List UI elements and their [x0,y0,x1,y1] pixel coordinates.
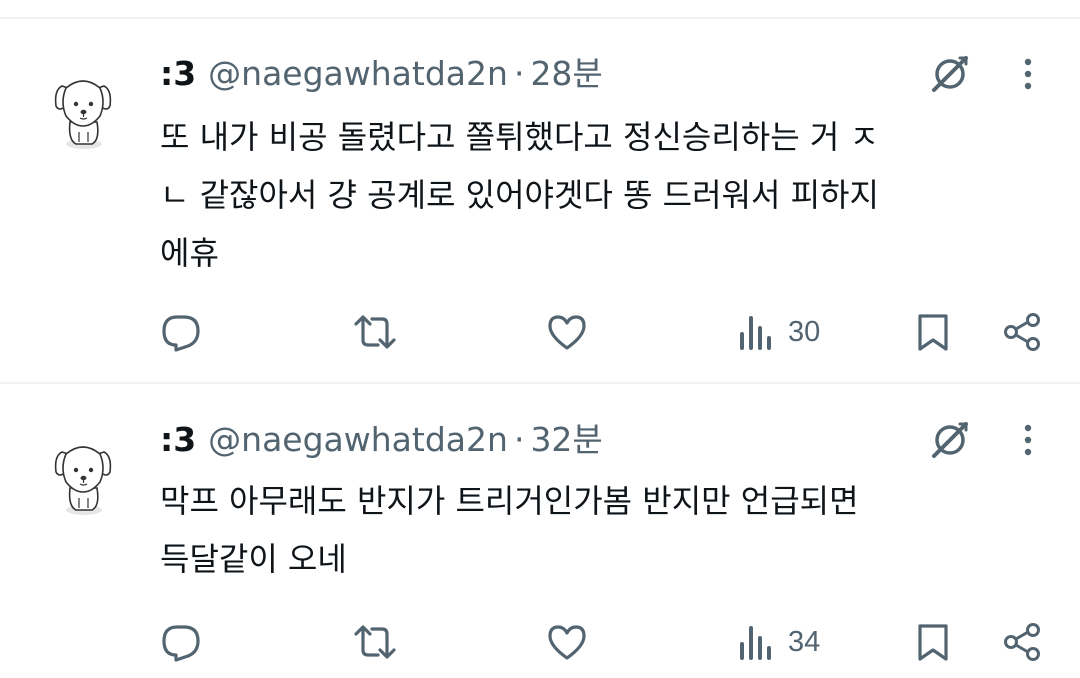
views-button[interactable]: 34 [738,620,820,664]
tweet-header: :3 @naegawhatda2n · 32분 [160,418,603,462]
views-icon [740,316,771,350]
bookmark-icon [918,624,948,661]
share-icon [1004,313,1040,351]
reply-icon [162,315,200,352]
grok-button[interactable] [928,52,972,96]
tweet-header: :3 @naegawhatda2n · 28분 [160,52,603,96]
like-icon [548,315,586,350]
retweet-button[interactable] [352,620,398,664]
dog-avatar-icon [54,446,112,515]
like-button[interactable] [546,310,588,354]
user-handle[interactable]: @naegawhatda2n [208,418,508,462]
like-button[interactable] [546,620,588,664]
tweet-text: 또 내가 비공 돌렸다고 쫄튀했다고 정신승리하는 거 ㅈ ㄴ 같잖아서 걍 공… [160,118,879,272]
more-icon [1024,424,1032,456]
dog-avatar-icon [54,80,112,149]
tweet-actions: 30 [0,310,1080,354]
grok-icon [932,422,968,458]
share-button[interactable] [1002,620,1042,664]
divider [0,382,1080,384]
timestamp[interactable]: 32분 [530,418,602,462]
reply-button[interactable] [160,310,202,354]
bookmark-icon [918,314,948,351]
grok-button[interactable] [928,418,972,462]
avatar[interactable] [50,438,116,518]
display-name[interactable]: :3 [160,418,196,462]
views-icon [740,626,771,660]
timeline-feed: :3 @naegawhatda2n · 28분 또 내가 비공 돌렸다고 쫄튀했… [0,0,1080,678]
more-options-button[interactable] [1010,52,1046,96]
views-count: 34 [788,625,821,658]
tweet-actions: 34 [0,620,1080,664]
share-icon [1004,623,1040,661]
separator-dot: · [513,54,525,93]
avatar[interactable] [50,72,116,152]
reply-icon [162,625,200,662]
retweet-icon [354,315,396,349]
bookmark-button[interactable] [914,620,952,664]
separator-dot: · [513,420,525,459]
like-icon [548,625,586,660]
more-icon [1024,58,1032,90]
divider [0,17,1080,19]
tweet[interactable]: :3 @naegawhatda2n · 32분 막프 아무래도 반지가 트리거인… [0,418,1080,678]
views-button[interactable]: 30 [738,310,820,354]
retweet-icon [354,625,396,659]
tweet[interactable]: :3 @naegawhatda2n · 28분 또 내가 비공 돌렸다고 쫄튀했… [0,52,1080,382]
views-count: 30 [788,315,821,348]
reply-button[interactable] [160,620,202,664]
bookmark-button[interactable] [914,310,952,354]
tweet-text: 막프 아무래도 반지가 트리거인가봄 반지만 언급되면 득달같이 오네 [160,482,859,578]
display-name[interactable]: :3 [160,52,196,96]
user-handle[interactable]: @naegawhatda2n [208,52,508,96]
more-options-button[interactable] [1010,418,1046,462]
share-button[interactable] [1002,310,1042,354]
grok-icon [932,56,968,92]
timestamp[interactable]: 28분 [530,52,602,96]
retweet-button[interactable] [352,310,398,354]
